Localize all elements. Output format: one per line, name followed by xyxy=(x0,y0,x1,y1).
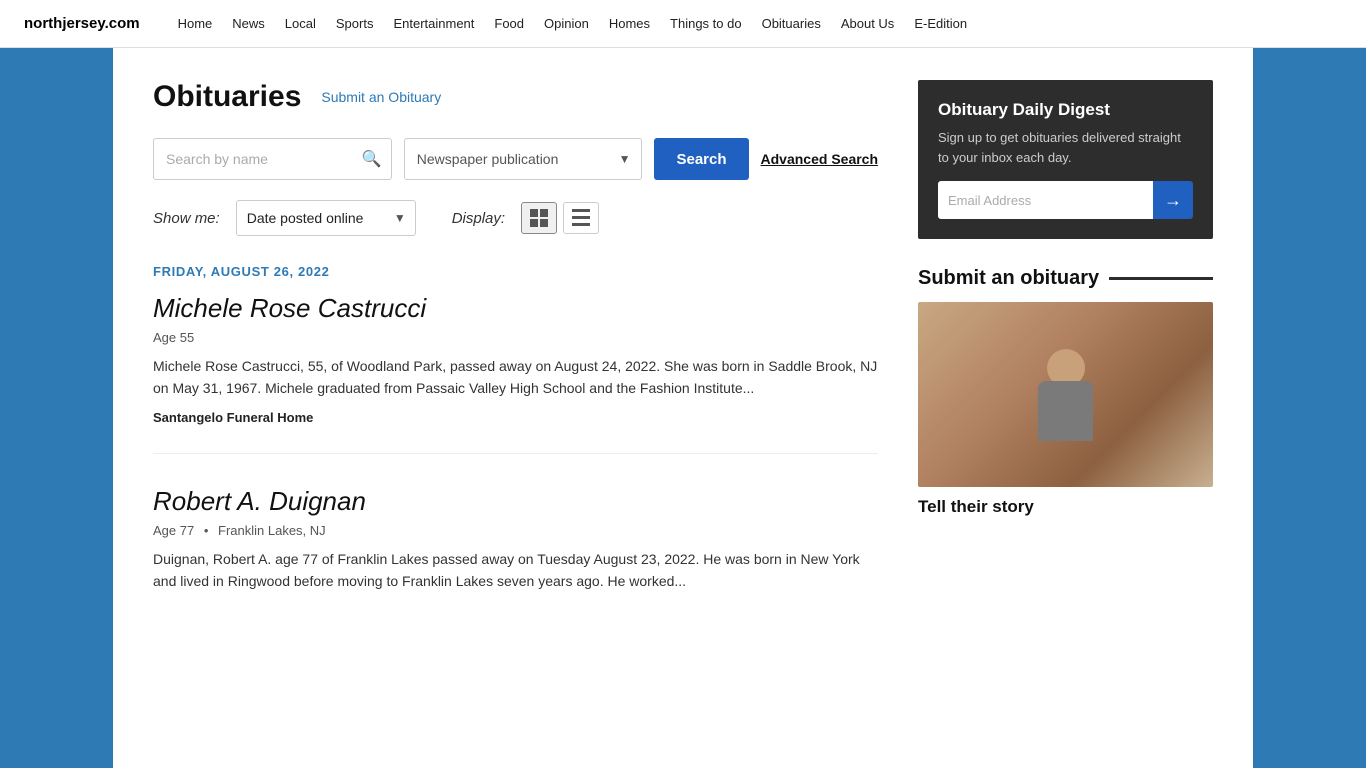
digest-box: Obituary Daily Digest Sign up to get obi… xyxy=(918,80,1213,239)
submit-image[interactable] xyxy=(918,302,1213,487)
display-label: Display: xyxy=(452,210,505,227)
nav-news[interactable]: News xyxy=(222,0,275,48)
obit-location-2: Franklin Lakes, NJ xyxy=(218,523,326,538)
obit-funeral-1: Santangelo Funeral Home xyxy=(153,410,878,425)
submit-section-title: Submit an obituary xyxy=(918,267,1213,290)
obit-dot: • xyxy=(204,523,209,538)
nav-obituaries[interactable]: Obituaries xyxy=(752,0,831,48)
nav-home[interactable]: Home xyxy=(168,0,223,48)
digest-submit-button[interactable]: → xyxy=(1153,181,1193,219)
tell-story-label: Tell their story xyxy=(918,497,1213,517)
grid-icon xyxy=(530,209,548,227)
nav-entertainment[interactable]: Entertainment xyxy=(383,0,484,48)
search-icon: 🔍 xyxy=(362,151,382,168)
main-column: Obituaries Submit an Obituary 🔍 Newspape… xyxy=(153,80,878,728)
submit-obituary-link[interactable]: Submit an Obituary xyxy=(321,89,441,105)
search-row: 🔍 Newspaper publication ▼ Search Advance… xyxy=(153,138,878,180)
digest-description: Sign up to get obituaries delivered stra… xyxy=(938,128,1193,167)
submit-obit-section: Submit an obituary Tell their story xyxy=(918,267,1213,517)
newspaper-select-wrapper: Newspaper publication ▼ xyxy=(404,138,643,180)
show-me-select-wrapper: Date posted online ▼ xyxy=(236,200,416,236)
nav-local[interactable]: Local xyxy=(275,0,326,48)
obit-meta-2: Age 77 • Franklin Lakes, NJ xyxy=(153,523,878,538)
search-button[interactable]: Search xyxy=(654,138,748,180)
obit-card-2: Robert A. Duignan Age 77 • Franklin Lake… xyxy=(153,486,878,631)
nav-sports[interactable]: Sports xyxy=(326,0,384,48)
list-icon xyxy=(572,209,590,228)
arrow-right-icon: → xyxy=(1164,190,1182,211)
search-name-wrapper: 🔍 xyxy=(153,138,392,180)
date-section-label: FRIDAY, AUGUST 26, 2022 xyxy=(153,264,878,279)
obit-excerpt-1: Michele Rose Castrucci, 55, of Woodland … xyxy=(153,355,878,400)
show-me-label: Show me: xyxy=(153,210,220,227)
nav-things-to-do[interactable]: Things to do xyxy=(660,0,752,48)
nav-homes[interactable]: Homes xyxy=(599,0,660,48)
display-icons xyxy=(521,202,599,234)
nav-e-edition[interactable]: E-Edition xyxy=(904,0,977,48)
digest-title: Obituary Daily Digest xyxy=(938,100,1193,120)
list-view-button[interactable] xyxy=(563,202,599,234)
obit-name-2[interactable]: Robert A. Duignan xyxy=(153,486,878,517)
advanced-search-link[interactable]: Advanced Search xyxy=(761,151,879,167)
page-wrapper: Obituaries Submit an Obituary 🔍 Newspape… xyxy=(113,48,1253,768)
newspaper-select[interactable]: Newspaper publication xyxy=(404,138,643,180)
navbar: northjersey.com Home News Local Sports E… xyxy=(0,0,1366,48)
obit-excerpt-2: Duignan, Robert A. age 77 of Franklin La… xyxy=(153,548,878,593)
nav-food[interactable]: Food xyxy=(484,0,534,48)
grid-view-button[interactable] xyxy=(521,202,557,234)
person-figure xyxy=(1038,349,1093,441)
obit-meta-1: Age 55 xyxy=(153,330,878,345)
nav-opinion[interactable]: Opinion xyxy=(534,0,599,48)
site-brand[interactable]: northjersey.com xyxy=(24,15,140,32)
show-me-select[interactable]: Date posted online xyxy=(236,200,416,236)
digest-input-row: → xyxy=(938,181,1193,219)
section-title-line xyxy=(1109,277,1213,280)
obit-card-1: Michele Rose Castrucci Age 55 Michele Ro… xyxy=(153,293,878,454)
person-body xyxy=(1038,381,1093,441)
page-title-row: Obituaries Submit an Obituary xyxy=(153,80,878,114)
obit-age-1: Age 55 xyxy=(153,330,194,345)
email-field[interactable] xyxy=(938,181,1153,219)
filter-row: Show me: Date posted online ▼ Display: xyxy=(153,200,878,236)
nav-about[interactable]: About Us xyxy=(831,0,904,48)
page-title: Obituaries xyxy=(153,80,301,114)
search-icon-button[interactable]: 🔍 xyxy=(362,149,382,169)
obit-name-1[interactable]: Michele Rose Castrucci xyxy=(153,293,878,324)
obit-age-2: Age 77 xyxy=(153,523,194,538)
nav-links: Home News Local Sports Entertainment Foo… xyxy=(168,0,977,48)
sidebar: Obituary Daily Digest Sign up to get obi… xyxy=(918,80,1213,728)
search-name-input[interactable] xyxy=(153,138,392,180)
